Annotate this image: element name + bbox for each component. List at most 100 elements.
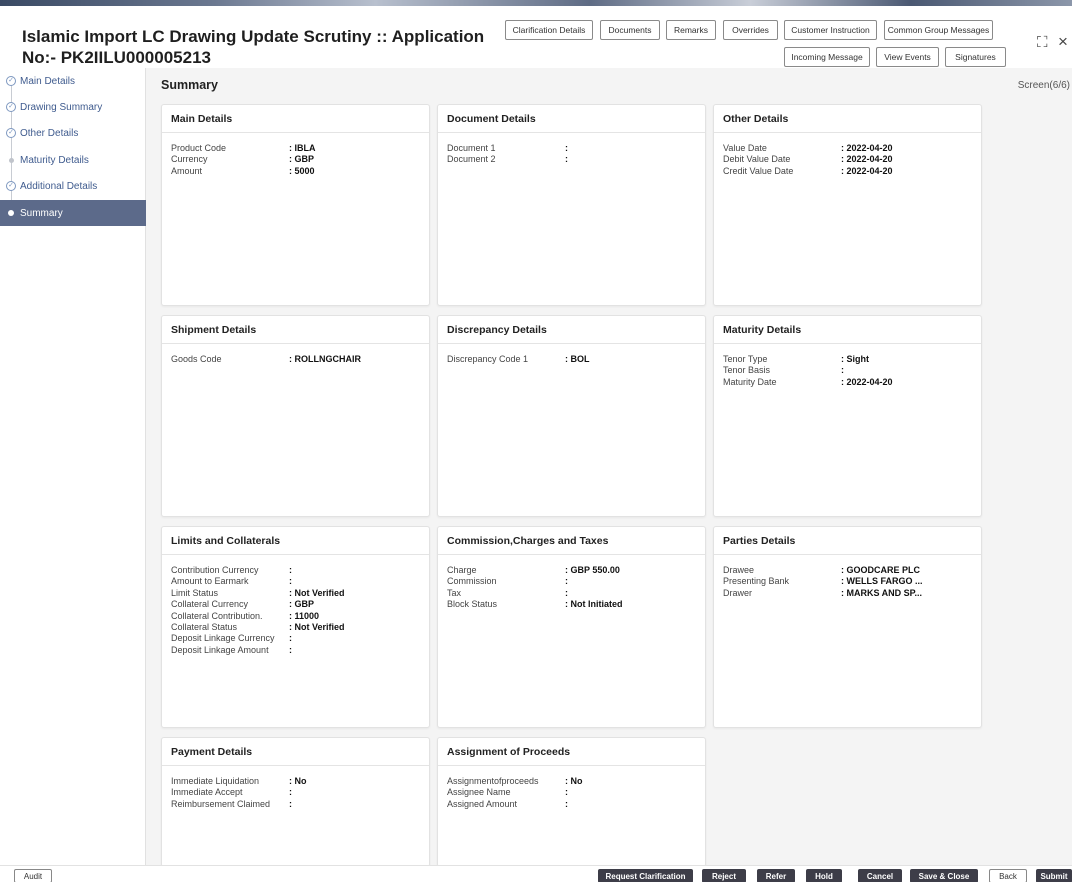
field-label: Collateral Contribution. <box>171 610 263 621</box>
field-value: : <box>565 576 568 587</box>
customer-instruction-button[interactable]: Customer Instruction <box>784 20 877 40</box>
field-label: Drawer <box>723 587 753 598</box>
field-label: Assignee Name <box>447 787 511 798</box>
field-value: : IBLA <box>289 143 316 153</box>
field-value: : Not Verified <box>289 587 345 598</box>
field-label: Presenting Bank <box>723 576 790 587</box>
active-dot-icon <box>8 210 14 216</box>
field-row: Collateral Currency: GBP <box>171 599 429 610</box>
field-label: Value Date <box>723 143 767 153</box>
field-value: : <box>565 787 568 798</box>
view-events-button[interactable]: View Events <box>876 47 939 67</box>
card-maturity-details: Maturity Details Tenor Type: Sight Tenor… <box>713 315 982 517</box>
card-title: Shipment Details <box>162 316 429 344</box>
field-row: Immediate Accept: <box>171 787 429 798</box>
sidebar-item-main-details[interactable]: ✓ Main Details <box>0 68 146 94</box>
field-value: : MARKS AND SP... <box>841 587 923 598</box>
card-document-details: Document Details Document 1: Document 2: <box>437 104 706 306</box>
field-row: Credit Value Date: 2022-04-20 <box>723 166 981 177</box>
sidebar-item-label: Other Details <box>20 127 79 139</box>
field-value: : No <box>289 776 307 786</box>
signatures-button[interactable]: Signatures <box>945 47 1006 67</box>
sidebar-item-maturity-details[interactable]: Maturity Details <box>0 147 146 173</box>
footer-action-bar: Audit Request Clarification Reject Refer… <box>0 865 1072 882</box>
field-label: Maturity Date <box>723 376 777 387</box>
maximize-icon[interactable]: ⛶ <box>1037 34 1048 51</box>
sidebar-item-additional-details[interactable]: ✓ Additional Details <box>0 173 146 199</box>
field-row: Reimbursement Claimed: <box>171 799 429 810</box>
field-value: : 2022-04-20 <box>841 165 893 176</box>
field-value: : <box>289 787 292 798</box>
field-row: Currency : GBP <box>171 154 429 165</box>
field-row: Collateral Contribution. : 11000 <box>171 611 429 622</box>
sidebar-item-other-details[interactable]: ✓ Other Details <box>0 120 146 146</box>
field-label: Tax <box>447 587 462 598</box>
submit-button[interactable]: Submit <box>1036 869 1072 882</box>
field-value: : <box>565 143 568 153</box>
field-row: Amount : 5000 <box>171 166 429 177</box>
field-row: Limit Status: Not Verified <box>171 588 429 599</box>
field-row: Debit Value Date : 2022-04-20 <box>723 154 981 165</box>
clarification-details-button[interactable]: Clarification Details <box>505 20 593 40</box>
card-title: Main Details <box>162 105 429 133</box>
field-value: : <box>289 565 292 575</box>
field-value: : 11000 <box>289 610 320 621</box>
field-row: Contribution Currency: <box>171 565 429 576</box>
common-group-messages-button[interactable]: Common Group Messages <box>884 20 993 40</box>
save-and-close-button[interactable]: Save & Close <box>910 869 978 882</box>
field-label: Immediate Accept <box>171 787 243 798</box>
field-label: Deposit Linkage Currency <box>171 633 275 644</box>
card-title: Payment Details <box>162 738 429 766</box>
hold-button[interactable]: Hold <box>806 869 842 882</box>
incoming-message-button[interactable]: Incoming Message <box>784 47 870 67</box>
field-value: : <box>289 798 292 809</box>
field-label: Immediate Liquidation <box>171 776 260 786</box>
field-row: Deposit Linkage Currency: <box>171 633 429 644</box>
sidebar-item-drawing-summary[interactable]: ✓ Drawing Summary <box>0 94 146 120</box>
field-row: Amount to Earmark: <box>171 576 429 587</box>
field-row: Product Code: IBLA <box>171 143 429 154</box>
field-value: : 2022-04-20 <box>841 154 893 165</box>
field-label: Debit Value Date <box>723 154 791 165</box>
card-shipment-details: Shipment Details Goods Code: ROLLNGCHAIR <box>161 315 430 517</box>
cancel-button[interactable]: Cancel <box>858 869 902 882</box>
remarks-button[interactable]: Remarks <box>666 20 716 40</box>
card-commission-charges-taxes: Commission,Charges and Taxes Charge: GBP… <box>437 526 706 728</box>
card-title: Document Details <box>438 105 705 133</box>
card-parties-details: Parties Details Drawee: GOODCARE PLC Pre… <box>713 526 982 728</box>
field-row: Tax: <box>447 588 705 599</box>
close-icon[interactable]: × <box>1058 32 1068 52</box>
audit-button[interactable]: Audit <box>14 869 52 882</box>
refer-button[interactable]: Refer <box>757 869 795 882</box>
field-value: : Not Verified <box>289 621 345 632</box>
field-label: Goods Code <box>171 354 222 364</box>
field-value: : 5000 <box>289 165 315 176</box>
documents-button[interactable]: Documents <box>600 20 660 40</box>
field-label: Reimbursement Claimed <box>171 798 271 809</box>
field-value: : <box>289 633 292 644</box>
card-title: Limits and Collaterals <box>162 527 429 555</box>
pending-dot-icon <box>9 158 14 163</box>
field-label: Block Status <box>447 599 498 610</box>
field-label: Commission <box>447 576 497 587</box>
field-label: Currency <box>171 154 208 165</box>
sidebar-nav: ✓ Main Details ✓ Drawing Summary ✓ Other… <box>0 68 146 865</box>
field-value: : <box>289 576 292 587</box>
field-row: Presenting Bank : WELLS FARGO ... <box>723 576 981 587</box>
field-label: Amount <box>171 165 203 176</box>
sidebar-item-summary[interactable]: Summary <box>0 200 146 226</box>
field-row: Deposit Linkage Amount: <box>171 645 429 656</box>
reject-button[interactable]: Reject <box>702 869 746 882</box>
overrides-button[interactable]: Overrides <box>723 20 778 40</box>
field-value: : GBP <box>289 154 315 165</box>
field-label: Assignmentofproceeds <box>447 776 539 786</box>
card-payment-details: Payment Details Immediate Liquidation : N… <box>161 737 430 867</box>
field-value: : No <box>565 776 583 786</box>
request-clarification-button[interactable]: Request Clarification <box>598 869 693 882</box>
field-value: : WELLS FARGO ... <box>841 576 923 587</box>
back-button[interactable]: Back <box>989 869 1027 882</box>
card-title: Assignment of Proceeds <box>438 738 705 766</box>
field-row: Immediate Liquidation : No <box>171 776 429 787</box>
header: Islamic Import LC Drawing Update Scrutin… <box>0 6 1072 68</box>
field-value: : GBP 550.00 <box>565 565 620 575</box>
